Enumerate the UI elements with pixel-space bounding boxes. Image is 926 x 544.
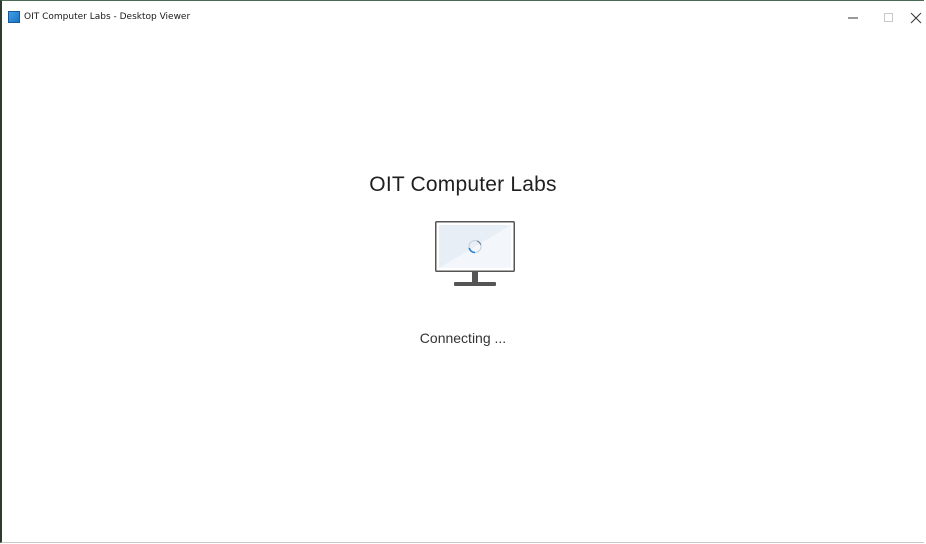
- minimize-icon: [848, 17, 858, 19]
- minimize-button[interactable]: [838, 7, 868, 29]
- maximize-icon: [884, 13, 893, 22]
- connection-panel: OIT Computer Labs Connecting ...: [2, 31, 924, 543]
- close-button[interactable]: [906, 7, 926, 29]
- app-icon: [8, 11, 20, 23]
- title-bar[interactable]: OIT Computer Labs - Desktop Viewer: [2, 1, 924, 31]
- app-heading: OIT Computer Labs: [369, 173, 557, 196]
- monitor-icon: [435, 221, 515, 286]
- window-title: OIT Computer Labs - Desktop Viewer: [24, 12, 191, 22]
- desktop-viewer-window: OIT Computer Labs - Desktop Viewer OIT C…: [0, 0, 924, 543]
- connection-status: Connecting ...: [419, 330, 507, 346]
- close-icon: [910, 12, 922, 24]
- maximize-button[interactable]: [874, 7, 904, 29]
